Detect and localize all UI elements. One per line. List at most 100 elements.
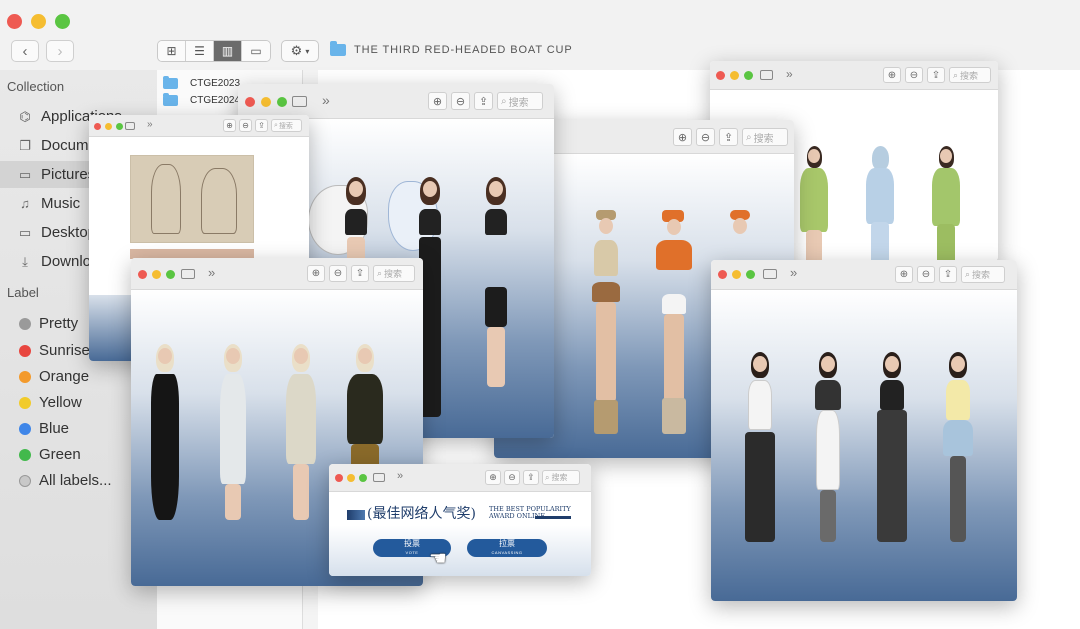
minimize-button[interactable]: [152, 270, 161, 279]
zoom-out-icon[interactable]: ⊖: [451, 92, 470, 110]
close-button[interactable]: [245, 97, 255, 107]
share-icon[interactable]: ⇪: [255, 119, 268, 132]
apps-icon: ⌬: [19, 108, 31, 124]
zoom-button[interactable]: [359, 474, 367, 482]
view-mode-segmented-control: ⊞ ☰ ▥ ▭: [157, 40, 271, 62]
minimize-button[interactable]: [347, 474, 355, 482]
chevron-double-right-icon[interactable]: »: [790, 265, 797, 280]
sidebar-toggle-icon[interactable]: [181, 269, 195, 279]
minimize-button[interactable]: [730, 71, 739, 80]
chevron-double-right-icon[interactable]: »: [397, 470, 403, 482]
chevron-left-icon: ‹: [22, 42, 28, 60]
model-figure: [807, 352, 849, 552]
zoom-button[interactable]: [166, 270, 175, 279]
zoom-in-icon[interactable]: ⊕: [883, 67, 901, 83]
chevron-double-right-icon[interactable]: »: [786, 67, 793, 81]
share-icon[interactable]: ⇪: [939, 266, 957, 283]
chevron-double-right-icon[interactable]: »: [147, 119, 153, 130]
chevron-double-right-icon[interactable]: »: [322, 92, 330, 108]
runway-image: [711, 290, 1017, 601]
finder-toolbar: ‹ › ⊞ ☰ ▥ ▭ ⚙ ▾ THE THIRD RED-HEADED BOAT…: [0, 0, 1080, 70]
search-field[interactable]: ⌕ 搜索: [542, 470, 580, 485]
share-icon[interactable]: ⇪: [523, 470, 539, 485]
folder-icon: [163, 76, 178, 89]
minimize-button[interactable]: [105, 123, 112, 130]
desktop-icon: ▭: [18, 224, 32, 240]
model-figure: [871, 352, 913, 552]
folder-item-ctge2024[interactable]: CTGE2024: [163, 93, 240, 106]
search-field[interactable]: ⌕ 搜索: [373, 265, 415, 282]
share-icon[interactable]: ⇪: [927, 67, 945, 83]
zoom-button[interactable]: [744, 71, 753, 80]
banner-stripe: [347, 510, 365, 520]
window-controls: [718, 270, 755, 279]
zoom-out-icon[interactable]: ⊖: [917, 266, 935, 283]
back-button[interactable]: ‹: [11, 40, 39, 62]
close-button[interactable]: [7, 14, 22, 29]
action-menu-button[interactable]: ⚙ ▾: [281, 40, 319, 62]
search-icon: ⌕: [501, 95, 507, 107]
window-title: THE THIRD RED-HEADED BOAT CUP: [354, 44, 573, 56]
zoom-button[interactable]: [116, 123, 123, 130]
close-button[interactable]: [718, 270, 727, 279]
search-field[interactable]: ⌕ 搜索: [742, 128, 788, 146]
zoom-out-icon[interactable]: ⊖: [696, 128, 715, 146]
minimize-button[interactable]: [31, 14, 46, 29]
search-field[interactable]: ⌕ 搜索: [497, 92, 543, 110]
zoom-button[interactable]: [55, 14, 70, 29]
sidebar-toggle-icon[interactable]: [373, 473, 385, 482]
search-field[interactable]: ⌕ 搜索: [949, 67, 991, 83]
share-icon[interactable]: ⇪: [474, 92, 493, 110]
search-field[interactable]: ⌕ 搜索: [271, 119, 302, 132]
zoom-in-icon[interactable]: ⊕: [673, 128, 692, 146]
preview-tools: ⊕ ⊖ ⇪ ⌕ 搜索: [895, 266, 1005, 283]
zoom-in-icon[interactable]: ⊕: [485, 470, 501, 485]
close-button[interactable]: [716, 71, 725, 80]
sidebar-toggle-icon[interactable]: [292, 96, 307, 107]
share-icon[interactable]: ⇪: [351, 265, 369, 282]
model-figure: [145, 344, 185, 524]
icon-view-button[interactable]: ⊞: [158, 41, 186, 61]
model-figure: [862, 146, 898, 261]
minimize-button[interactable]: [732, 270, 741, 279]
model-figure: [937, 352, 979, 552]
label-dot-icon: [19, 448, 31, 461]
search-icon: ⌕: [965, 269, 971, 279]
zoom-in-icon[interactable]: ⊕: [223, 119, 236, 132]
zoom-out-icon[interactable]: ⊖: [905, 67, 923, 83]
close-button[interactable]: [94, 123, 101, 130]
forward-button[interactable]: ›: [46, 40, 74, 62]
music-icon: ♫: [20, 196, 30, 211]
sidebar-toggle-icon[interactable]: [763, 269, 777, 279]
zoom-button[interactable]: [277, 97, 287, 107]
canvass-button[interactable]: 拉票 CANVASSING: [467, 539, 547, 557]
document-icon: ❐: [19, 137, 31, 153]
minimize-button[interactable]: [261, 97, 271, 107]
zoom-button[interactable]: [746, 270, 755, 279]
zoom-in-icon[interactable]: ⊕: [307, 265, 325, 282]
zoom-in-icon[interactable]: ⊕: [895, 266, 913, 283]
zoom-out-icon[interactable]: ⊖: [329, 265, 347, 282]
columns-icon: ▥: [221, 44, 234, 58]
chevron-right-icon: ›: [57, 42, 63, 60]
preview-window-street: » ⊕ ⊖ ⇪ ⌕ 搜索: [711, 260, 1017, 601]
model-figure: [928, 146, 964, 261]
share-icon[interactable]: ⇪: [719, 128, 738, 146]
window-controls: [335, 474, 367, 482]
sidebar-toggle-icon[interactable]: [760, 70, 773, 80]
close-button[interactable]: [335, 474, 343, 482]
search-field[interactable]: ⌕ 搜索: [961, 266, 1005, 283]
column-view-button[interactable]: ▥: [214, 41, 242, 61]
gallery-view-button[interactable]: ▭: [242, 41, 270, 61]
model-figure: [796, 146, 832, 261]
search-icon: ⌕: [545, 472, 550, 482]
close-button[interactable]: [138, 270, 147, 279]
zoom-in-icon[interactable]: ⊕: [428, 92, 447, 110]
sidebar-toggle-icon[interactable]: [125, 122, 135, 130]
window-controls: [716, 71, 753, 80]
chevron-double-right-icon[interactable]: »: [208, 265, 215, 280]
zoom-out-icon[interactable]: ⊖: [504, 470, 520, 485]
zoom-out-icon[interactable]: ⊖: [239, 119, 252, 132]
list-view-button[interactable]: ☰: [186, 41, 214, 61]
folder-item-ctge2023[interactable]: CTGE2023: [163, 76, 240, 89]
